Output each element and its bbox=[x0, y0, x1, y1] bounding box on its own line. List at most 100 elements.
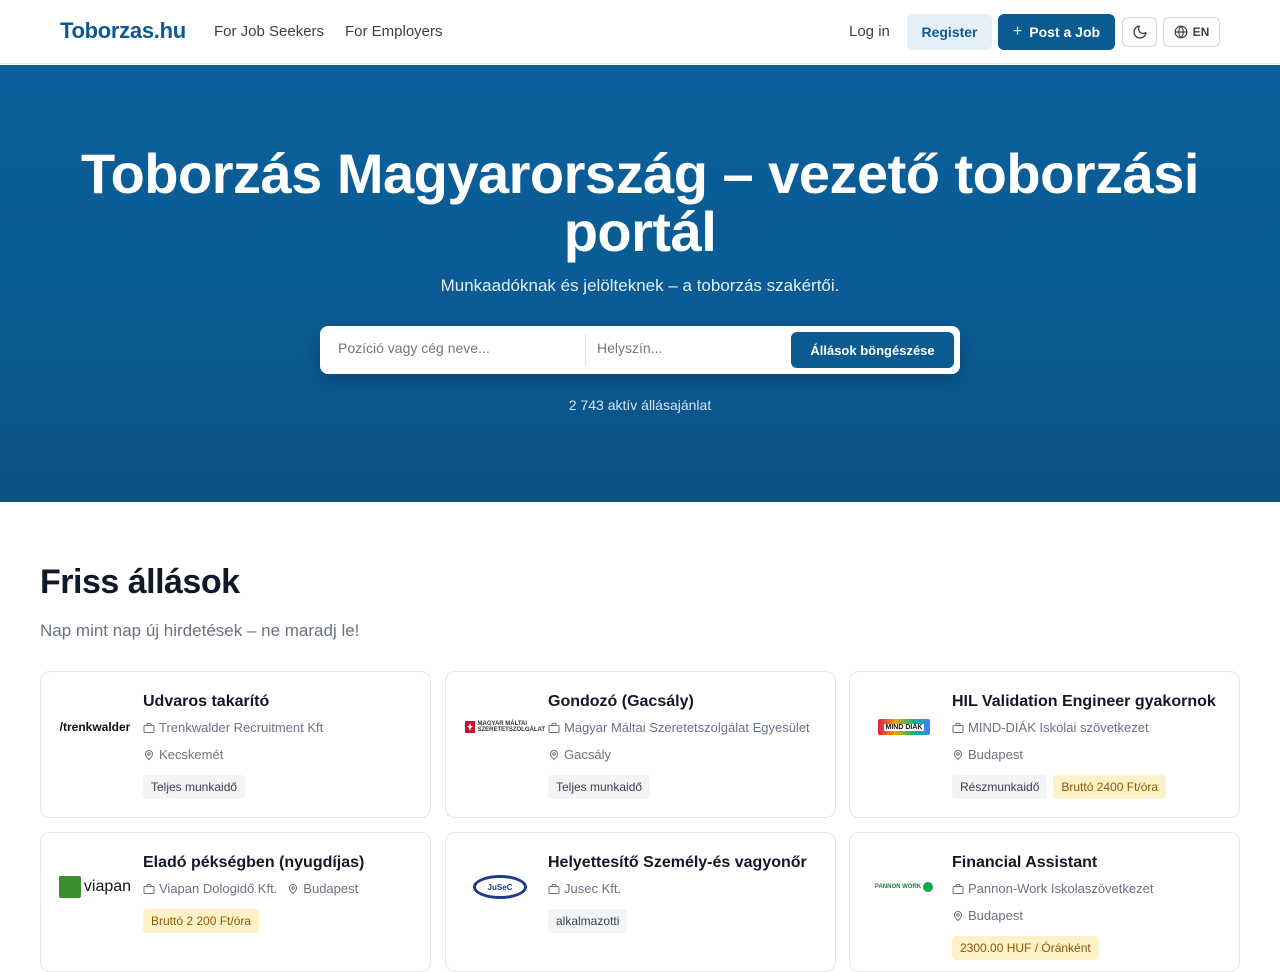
job-location: Budapest bbox=[968, 747, 1023, 762]
location-pin-icon bbox=[953, 749, 963, 760]
logo-circle-icon bbox=[923, 882, 934, 892]
job-card[interactable]: viapan Eladó pékségben (nyugdíjas) Viapa… bbox=[40, 832, 431, 972]
tag-row: Teljes munkaidő bbox=[548, 775, 651, 799]
job-location: Kecskemét bbox=[159, 747, 224, 762]
location-pin-icon bbox=[289, 883, 298, 894]
company-row: Jusec Kft. bbox=[548, 881, 621, 896]
search-bar: Állások böngészése bbox=[320, 326, 960, 374]
briefcase-icon bbox=[952, 883, 964, 894]
job-type-tag: Részmunkaidő bbox=[952, 775, 1048, 799]
salary-tag: Bruttó 2 200 Ft/óra bbox=[143, 909, 260, 933]
location-pin-icon bbox=[549, 749, 559, 760]
salary-tag: Bruttó 2400 Ft/óra bbox=[1053, 775, 1167, 799]
company-logo: viapan bbox=[55, 872, 135, 902]
job-type-tag: alkalmazotti bbox=[548, 909, 628, 933]
viapan-mark-icon bbox=[58, 876, 81, 898]
tag-row: Bruttó 2 200 Ft/óra bbox=[143, 909, 260, 933]
company-row: Trenkwalder Recruitment Kft bbox=[143, 720, 323, 735]
post-job-label: Post a Job bbox=[1029, 24, 1101, 40]
job-title[interactable]: Udvaros takarító bbox=[143, 693, 269, 711]
company-logo-graphic: JuSeC bbox=[473, 875, 527, 899]
site-logo[interactable]: Toborzas.hu bbox=[60, 18, 186, 44]
login-link[interactable]: Log in bbox=[849, 23, 890, 40]
browse-jobs-button[interactable]: Állások böngészése bbox=[791, 332, 954, 368]
company-logo: MAGYAR MÁLTAI SZERETETSZOLGÁLAT bbox=[460, 712, 546, 742]
company-logo: MIND DIÁK bbox=[864, 712, 944, 742]
company-logo-graphic: viapan bbox=[58, 876, 132, 898]
job-card[interactable]: /trenkwalder Udvaros takarító Trenkwalde… bbox=[40, 671, 431, 818]
job-title[interactable]: Helyettesítő Személy-és vagyonőr bbox=[548, 854, 807, 872]
location-input[interactable] bbox=[597, 340, 777, 356]
company-name: Jusec Kft. bbox=[564, 881, 622, 896]
plus-icon: + bbox=[1012, 23, 1023, 40]
company-name: MIND-DIÁK Iskolai szövetkezet bbox=[968, 720, 1149, 735]
company-row: Pannon-Work Iskolaszövetkezet bbox=[952, 881, 1153, 896]
job-title[interactable]: Gondozó (Gacsály) bbox=[548, 693, 694, 711]
job-title[interactable]: HIL Validation Engineer gyakornok bbox=[952, 693, 1216, 711]
hero-subtitle: Munkaadóknak és jelölteknek – a toborzás… bbox=[440, 276, 840, 295]
job-title[interactable]: Financial Assistant bbox=[952, 854, 1097, 872]
briefcase-icon bbox=[143, 883, 155, 894]
hero-title: Toborzás Magyarország – vezető toborzási… bbox=[81, 142, 1199, 263]
location-row: Kecskemét bbox=[143, 747, 223, 762]
search-divider bbox=[585, 334, 586, 366]
moon-icon bbox=[1132, 25, 1147, 39]
location-row: Budapest bbox=[952, 908, 1023, 923]
company-logo: PANNON WORK bbox=[864, 872, 944, 902]
location-pin-icon bbox=[144, 749, 154, 760]
tag-row: 2300.00 HUF / Óránként bbox=[952, 936, 1099, 960]
job-card[interactable]: MIND DIÁK HIL Validation Engineer gyakor… bbox=[849, 671, 1240, 818]
company-logo-text: PANNON WORK bbox=[874, 884, 922, 890]
job-type-tag: Teljes munkaidő bbox=[548, 775, 651, 799]
company-name: Trenkwalder Recruitment Kft bbox=[159, 720, 324, 735]
location-pin-icon bbox=[953, 910, 963, 921]
job-location: Gacsály bbox=[564, 747, 611, 762]
company-name: Pannon-Work Iskolaszövetkezet bbox=[968, 881, 1154, 896]
active-job-count: 2 743 aktív állásajánlat bbox=[568, 397, 712, 413]
company-name: Viapan Dologidő Kft. bbox=[159, 881, 278, 896]
job-type-tag: Teljes munkaidő bbox=[143, 775, 246, 799]
location-row: Budapest bbox=[952, 747, 1023, 762]
nav-job-seekers[interactable]: For Job Seekers bbox=[214, 23, 324, 40]
company-logo-text: viapan bbox=[83, 878, 132, 895]
company-logo: /trenkwalder bbox=[55, 712, 135, 742]
theme-toggle-button[interactable] bbox=[1122, 17, 1157, 47]
register-button[interactable]: Register bbox=[907, 14, 992, 50]
briefcase-icon bbox=[548, 722, 560, 733]
company-logo-text: MAGYAR MÁLTAI SZERETETSZOLGÁLAT bbox=[477, 721, 546, 733]
job-card[interactable]: MAGYAR MÁLTAI SZERETETSZOLGÁLAT Gondozó … bbox=[445, 671, 836, 818]
briefcase-icon bbox=[952, 722, 964, 733]
company-logo-graphic: PANNON WORK bbox=[874, 882, 934, 892]
company-logo-text: /trenkwalder bbox=[59, 720, 131, 734]
company-logo-graphic: MIND DIÁK bbox=[878, 719, 930, 735]
job-location: Budapest bbox=[303, 881, 359, 896]
tag-row: Teljes munkaidő bbox=[143, 775, 246, 799]
salary-tag: 2300.00 HUF / Óránként bbox=[952, 936, 1099, 960]
company-name: Magyar Máltai Szeretetszolgálat Egyesüle… bbox=[564, 720, 810, 735]
maltese-cross-icon bbox=[464, 721, 475, 733]
position-search-input[interactable] bbox=[338, 340, 578, 356]
company-row: MIND-DIÁK Iskolai szövetkezet bbox=[952, 720, 1149, 735]
company-location-row: Viapan Dologidő Kft. Budapest bbox=[143, 881, 358, 896]
section-subtitle: Nap mint nap új hirdetések – ne maradj l… bbox=[40, 621, 360, 640]
job-card[interactable]: PANNON WORK Financial Assistant Pannon-W… bbox=[849, 832, 1240, 972]
section-title: Friss állások bbox=[40, 563, 240, 601]
location-row: Gacsály bbox=[548, 747, 611, 762]
language-label: EN bbox=[1192, 25, 1210, 39]
company-row: Magyar Máltai Szeretetszolgálat Egyesüle… bbox=[548, 720, 810, 735]
briefcase-icon bbox=[143, 722, 155, 733]
tag-row: Részmunkaidő Bruttó 2400 Ft/óra bbox=[952, 775, 1167, 799]
post-job-button[interactable]: + Post a Job bbox=[998, 14, 1115, 50]
company-logo-text: JuSeC bbox=[487, 882, 513, 892]
language-selector[interactable]: EN bbox=[1163, 17, 1220, 47]
tag-row: alkalmazotti bbox=[548, 909, 628, 933]
nav-employers[interactable]: For Employers bbox=[345, 23, 443, 40]
hero-section: Toborzás Magyarország – vezető toborzási… bbox=[0, 65, 1280, 502]
job-card[interactable]: JuSeC Helyettesítő Személy-és vagyonőr J… bbox=[445, 832, 836, 972]
briefcase-icon bbox=[548, 883, 560, 894]
company-logo: JuSeC bbox=[460, 872, 540, 902]
company-logo-text: MIND DIÁK bbox=[883, 723, 925, 731]
job-location: Budapest bbox=[968, 908, 1023, 923]
top-navbar: Toborzas.hu For Job Seekers For Employer… bbox=[0, 0, 1280, 64]
job-title[interactable]: Eladó pékségben (nyugdíjas) bbox=[143, 854, 364, 872]
